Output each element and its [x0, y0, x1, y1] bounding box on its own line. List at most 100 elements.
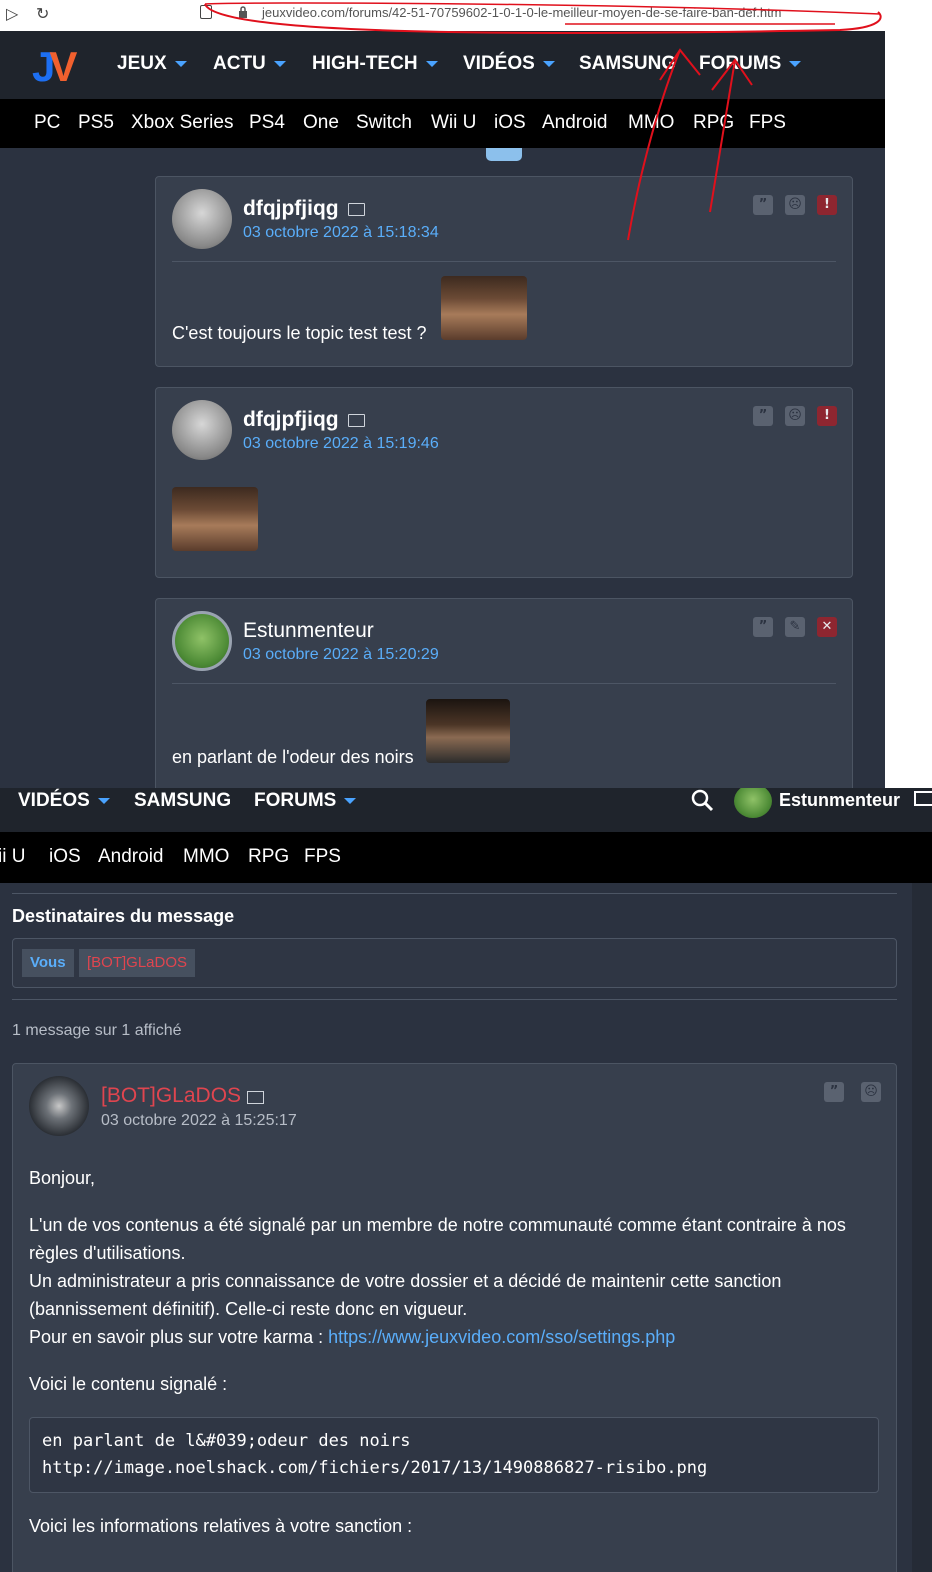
lock-icon: [239, 6, 247, 18]
platform-one[interactable]: One: [303, 112, 339, 134]
url-text[interactable]: jeuxvideo.com/forums/42-51-70759602-1-0-…: [262, 5, 782, 20]
chevron-down-icon: [174, 60, 187, 67]
platform-mmo[interactable]: MMO: [183, 846, 229, 868]
paragraph: L'un de vos contenus a été signalé par u…: [29, 1215, 846, 1263]
recipient-tag[interactable]: Vous: [22, 949, 74, 977]
avatar[interactable]: [172, 611, 232, 671]
message-count: 1 message sur 1 affiché: [12, 1022, 182, 1039]
reported-content: en parlant de l&#039;odeur des noirs htt…: [29, 1417, 879, 1493]
blacklist-icon[interactable]: ☹: [785, 195, 805, 215]
forum-post: dfqjpfjiqg 03 octobre 2022 à 15:19:46 ” …: [155, 387, 853, 578]
delete-icon[interactable]: ✕: [817, 617, 837, 637]
page-icon: [200, 5, 212, 19]
nav-samsung[interactable]: SAMSUNG: [134, 790, 231, 812]
blacklist-icon[interactable]: ☹: [785, 406, 805, 426]
browser-address-bar[interactable]: ▷ ↻ jeuxvideo.com/forums/42-51-70759602-…: [0, 0, 885, 31]
platform-android[interactable]: Android: [542, 112, 608, 134]
code-line: en parlant de l&#039;odeur des noirs: [42, 1431, 411, 1451]
post-text: en parlant de l'odeur des noirs: [172, 747, 414, 767]
divider: [12, 893, 897, 894]
nav-actu[interactable]: ACTU: [213, 53, 286, 75]
karma-paragraph: Pour en savoir plus sur votre karma : ht…: [29, 1327, 676, 1347]
avatar[interactable]: [734, 788, 772, 818]
avatar[interactable]: [172, 400, 232, 460]
message-body: Bonjour, L'un de vos contenus a été sign…: [29, 1164, 879, 1559]
message-date: 03 octobre 2022 à 15:25:17: [101, 1112, 297, 1129]
forum-post: Estunmenteur 03 octobre 2022 à 15:20:29 …: [155, 598, 853, 788]
recipients-heading: Destinataires du message: [12, 906, 235, 926]
platform-ps5[interactable]: PS5: [78, 112, 114, 134]
platform-fps[interactable]: FPS: [749, 112, 786, 134]
divider: [172, 683, 836, 684]
risitas-sticker: [172, 487, 258, 551]
current-username[interactable]: Estunmenteur: [779, 790, 900, 811]
mail-icon[interactable]: [348, 203, 365, 216]
chevron-down-icon: [273, 60, 286, 67]
risitas-sticker: [441, 276, 527, 340]
platform-mmo[interactable]: MMO: [628, 112, 674, 134]
platform-rpg[interactable]: RPG: [248, 846, 289, 868]
nav-high-tech[interactable]: HIGH-TECH: [312, 53, 438, 75]
platform-switch[interactable]: Switch: [356, 112, 412, 134]
nav-videos[interactable]: VIDÉOS: [18, 790, 110, 812]
post-date[interactable]: 03 octobre 2022 à 15:20:29: [243, 646, 439, 664]
post-date[interactable]: 03 octobre 2022 à 15:19:46: [243, 435, 439, 453]
report-icon[interactable]: !: [817, 195, 837, 215]
mail-icon[interactable]: [914, 791, 932, 806]
nav-samsung[interactable]: SAMSUNG: [579, 53, 676, 75]
platform-ps4[interactable]: PS4: [249, 112, 285, 134]
paragraph: Un administrateur a pris connaissance de…: [29, 1271, 782, 1319]
platform-ios[interactable]: iOS: [49, 846, 81, 868]
mail-icon[interactable]: [247, 1091, 264, 1104]
sticker: [426, 699, 510, 763]
blacklist-icon[interactable]: ☹: [861, 1082, 881, 1102]
scrollbar[interactable]: [912, 883, 932, 1572]
forum-topic-screenshot: ▷ ↻ jeuxvideo.com/forums/42-51-70759602-…: [0, 0, 885, 788]
main-nav: VIDÉOS SAMSUNG FORUMS Estunmenteur: [0, 788, 932, 832]
report-icon[interactable]: !: [817, 406, 837, 426]
platform-wii-u[interactable]: ii U: [0, 846, 25, 868]
chevron-down-icon: [97, 797, 110, 804]
avatar[interactable]: [29, 1076, 89, 1136]
nav-forums[interactable]: FORUMS: [254, 790, 357, 812]
message-username[interactable]: [BOT]GLaDOS: [101, 1084, 241, 1108]
private-message-screenshot: VIDÉOS SAMSUNG FORUMS Estunmenteur ii U …: [0, 788, 932, 1572]
post-text: C'est toujours le topic test test ?: [172, 323, 427, 343]
platform-pc[interactable]: PC: [34, 112, 60, 134]
post-username[interactable]: dfqjpfjiqg: [243, 408, 339, 432]
post-date[interactable]: 03 octobre 2022 à 15:18:34: [243, 224, 439, 242]
quote-icon[interactable]: ”: [753, 406, 773, 426]
reload-icon[interactable]: ↻: [36, 4, 49, 23]
greeting: Bonjour,: [29, 1168, 96, 1188]
divider: [172, 261, 836, 262]
quote-icon[interactable]: ”: [753, 617, 773, 637]
post-username[interactable]: dfqjpfjiqg: [243, 197, 339, 221]
karma-link[interactable]: https://www.jeuxvideo.com/sso/settings.p…: [328, 1327, 675, 1347]
divider: [12, 999, 897, 1000]
post-username[interactable]: Estunmenteur: [243, 619, 374, 643]
jv-logo[interactable]: JV: [32, 43, 77, 91]
forward-icon[interactable]: ▷: [6, 4, 18, 23]
recipient-tag[interactable]: [BOT]GLaDOS: [79, 949, 196, 977]
forum-post: dfqjpfjiqg 03 octobre 2022 à 15:18:34 ” …: [155, 176, 853, 367]
platform-wii-u[interactable]: Wii U: [431, 112, 476, 134]
platform-android[interactable]: Android: [98, 846, 164, 868]
platform-fps[interactable]: FPS: [304, 846, 341, 868]
avatar[interactable]: [172, 189, 232, 249]
chevron-down-icon: [789, 60, 802, 67]
platform-xbox-series[interactable]: Xbox Series: [131, 112, 233, 134]
platform-rpg[interactable]: RPG: [693, 112, 734, 134]
edit-icon[interactable]: ✎: [785, 617, 805, 637]
scroll-tab[interactable]: [486, 148, 522, 161]
quote-icon[interactable]: ”: [824, 1082, 844, 1102]
nav-forums[interactable]: FORUMS: [699, 53, 802, 75]
nav-videos[interactable]: VIDÉOS: [463, 53, 555, 75]
search-icon[interactable]: [690, 788, 714, 812]
nav-jeux[interactable]: JEUX: [117, 53, 187, 75]
chevron-down-icon: [542, 60, 555, 67]
mail-icon[interactable]: [348, 414, 365, 427]
main-nav: JV JEUX ACTU HIGH-TECH VIDÉOS SAMSUNG FO…: [0, 31, 885, 99]
quote-icon[interactable]: ”: [753, 195, 773, 215]
platform-ios[interactable]: iOS: [494, 112, 526, 134]
platform-nav: ii U iOS Android MMO RPG FPS: [0, 832, 932, 883]
